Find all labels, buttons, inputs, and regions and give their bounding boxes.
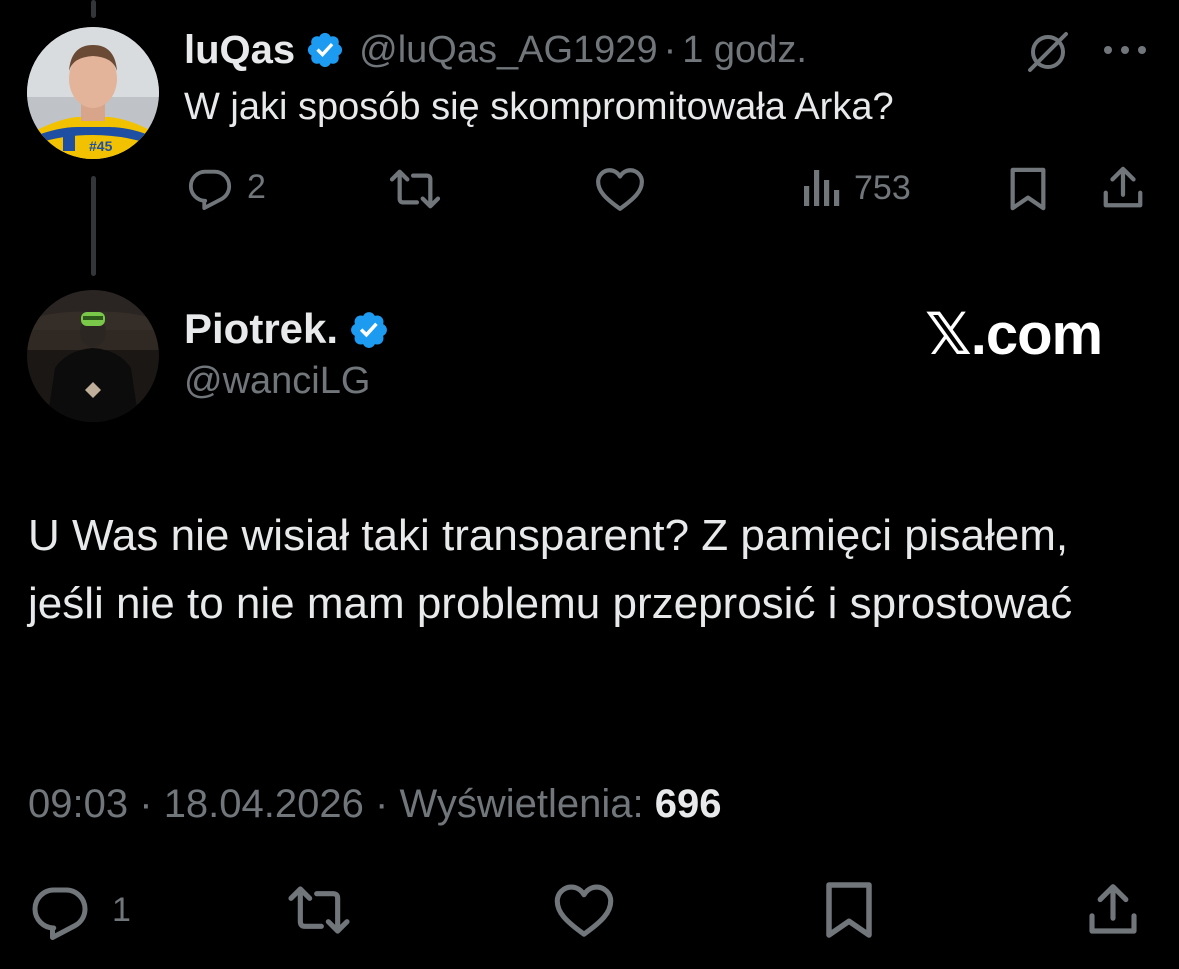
grok-icon[interactable] [1024,28,1072,76]
like-button[interactable] [595,166,645,212]
author-name[interactable]: luQas [184,28,295,73]
share-icon [1103,166,1143,208]
thread-line [91,176,96,276]
verified-badge-icon [305,30,345,70]
like-icon [554,884,614,937]
tweet-text: U Was nie wisiał taki transparent? Z pam… [28,511,1073,628]
views-button[interactable]: 753 [802,168,911,208]
retweet-button[interactable] [388,166,442,212]
author-handle[interactable]: @luQas_AG1929 [359,29,657,72]
retweet-icon [389,169,441,209]
avatar[interactable] [27,290,159,422]
more-icon[interactable] [1100,38,1150,62]
retweet-icon [288,886,350,934]
retweet-button[interactable] [285,882,353,938]
separator-dot: · [375,782,389,826]
separator-dot: · [663,28,677,71]
thread-line [91,0,96,18]
tweet-meta: 09:03 · 18.04.2026 · Wyświetlenia: 696 [28,782,722,827]
separator-dot: · [139,782,153,826]
share-button[interactable] [1085,880,1141,940]
reply-count: 1 [112,890,131,929]
jersey-number: #45 [89,138,113,154]
parent-tweet-header: luQas @luQas_AG1929 · 1 godz. [184,22,807,78]
bookmark-icon [826,882,872,938]
share-icon [1089,884,1137,934]
reply-button[interactable]: 1 [28,880,131,940]
tweet-date[interactable]: 18.04.2026 [164,782,364,826]
views-count: 753 [854,168,911,207]
reply-count: 2 [247,167,266,206]
like-icon [596,168,644,211]
author-name[interactable]: Piotrek. [184,305,338,353]
like-button[interactable] [553,882,615,938]
tweet-text: W jaki sposób się skompromitowała Arka? [184,86,894,128]
author-handle[interactable]: @wanciLG [184,360,370,403]
views-label: Wyświetlenia: [399,782,644,826]
tweet-time[interactable]: 09:03 [28,782,128,826]
tweet-time[interactable]: 1 godz. [682,29,807,72]
x-watermark: 𝕏.com [925,302,1103,367]
bookmark-button[interactable] [823,880,875,940]
main-tweet-header: Piotrek. [184,305,388,353]
verified-badge-icon [348,309,388,349]
share-button[interactable] [1100,164,1146,212]
reply-icon [32,887,88,940]
views-icon [804,170,840,206]
reply-button[interactable]: 2 [187,164,266,210]
bookmark-icon [1010,167,1046,211]
bookmark-button[interactable] [1008,166,1048,212]
avatar[interactable]: #45 [27,27,159,159]
reply-icon [188,169,232,210]
views-count: 696 [654,782,722,826]
